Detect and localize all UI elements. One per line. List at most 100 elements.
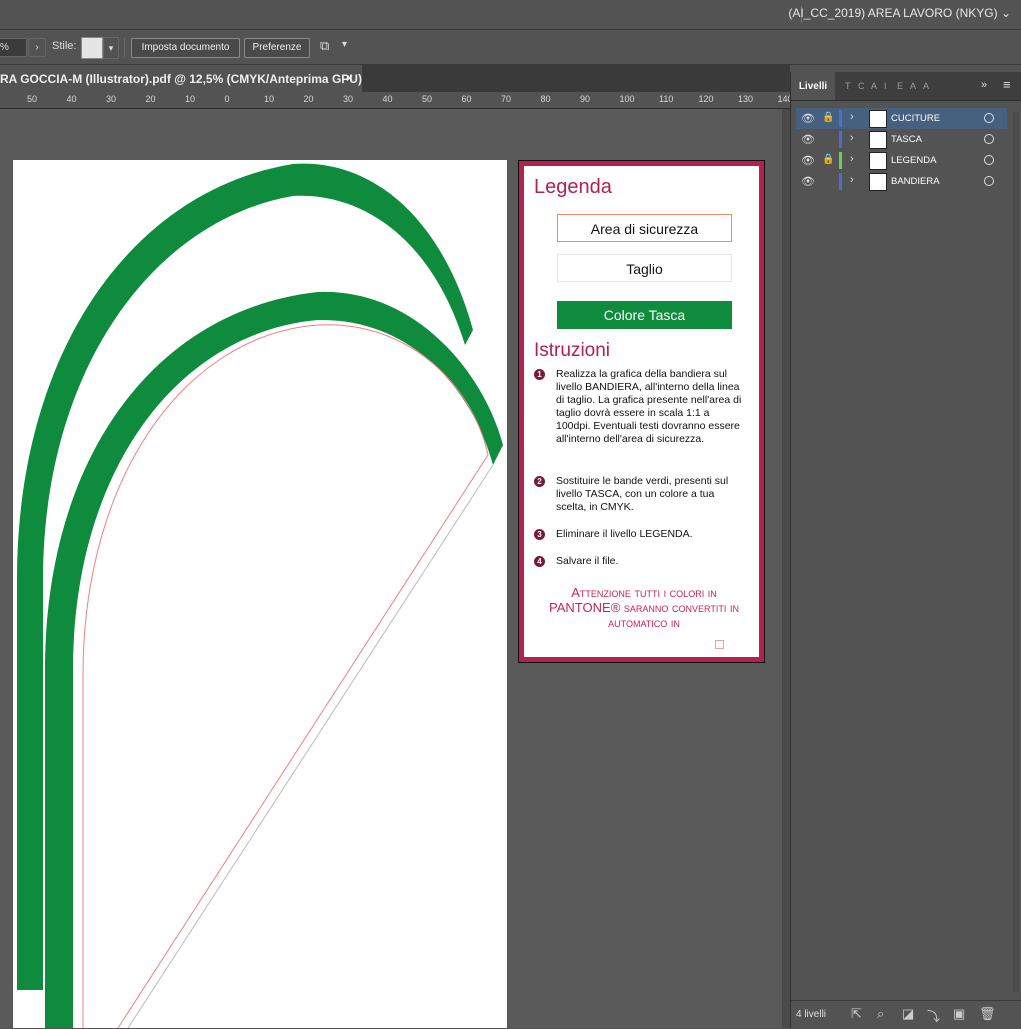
pantone-warning: Attenzione tutti i colori in PANTONE® sa…: [549, 585, 739, 630]
chevron-down-icon: ▾: [108, 43, 114, 53]
eye-icon[interactable]: 👁: [801, 112, 815, 125]
cut-line: [82, 324, 489, 1028]
ruler-tick-label: 90: [580, 94, 591, 104]
ruler-tick-label: 50: [27, 94, 38, 104]
step-text: Salvare il file.: [556, 555, 619, 567]
ruler-tick-label: 40: [382, 94, 393, 104]
panel-scrollbar[interactable]: [1013, 112, 1019, 992]
layer-name[interactable]: CUCITURE: [891, 113, 940, 124]
instructions-title: Istruzioni: [534, 340, 611, 361]
lock-icon[interactable]: 🔒: [822, 112, 834, 123]
legend-title: Legenda: [534, 176, 612, 198]
chevron-right-icon[interactable]: ›: [850, 132, 854, 144]
opacity-field[interactable]: %: [0, 38, 27, 57]
tab-collapsed[interactable]: A: [923, 81, 929, 91]
step-text: Sostituire le bande verdi, presenti sul …: [556, 475, 729, 513]
layer-name[interactable]: BANDIERA: [891, 176, 940, 187]
chevron-right-icon[interactable]: ›: [850, 153, 854, 165]
layer-count: 4 livelli: [796, 1009, 827, 1020]
layer-color-bar: [839, 173, 842, 190]
ruler-tick-label: 110: [659, 94, 674, 104]
pocket-band-back: [17, 163, 473, 991]
target-icon[interactable]: [984, 113, 994, 123]
layer-color-bar: [839, 110, 842, 127]
ruler-tick-label: 30: [106, 94, 117, 104]
new-sublayer-icon[interactable]: ⤵: [927, 1006, 940, 1025]
chevron-right-icon[interactable]: ›: [850, 174, 854, 186]
ruler-tick-label: 130: [738, 94, 754, 104]
clipping-mask-icon[interactable]: ◪: [902, 1006, 914, 1022]
tab-collapsed[interactable]: T: [845, 81, 851, 91]
layers-panel-footer: 4 livelli ⇱ ⌕ ◪ ⤵ ▣ 🗑: [791, 1000, 1021, 1029]
opacity-expand-button[interactable]: ›: [28, 38, 46, 57]
horizontal-ruler[interactable]: 50 40 30 20 10 0 10 20 30 40 50 60 70 80 90 100 110 120 13…: [0, 92, 790, 109]
layer-row-bandiera[interactable]: 👁 › BANDIERA: [796, 171, 1007, 192]
legend-panel[interactable]: Legenda Area di sicurezza Taglio Colore …: [518, 160, 765, 663]
document-tab-bar: RA GOCCIA-M (Illustrator).pdf @ 12,5% (C…: [0, 65, 790, 92]
artboard[interactable]: [13, 160, 507, 1028]
eye-icon[interactable]: 👁: [801, 133, 815, 146]
layer-row-legenda[interactable]: 👁 🔒 › LEGENDA: [796, 150, 1007, 171]
arrange-icon[interactable]: ⧉: [320, 38, 329, 54]
ruler-tick-label: 70: [501, 94, 512, 104]
ruler-tick-label: 30: [343, 94, 354, 104]
eye-icon[interactable]: 👁: [801, 154, 815, 167]
tab-layers[interactable]: Livelli: [791, 72, 835, 100]
overflow-marker[interactable]: [715, 640, 724, 649]
style-dropdown[interactable]: ▾: [103, 37, 119, 59]
layer-name[interactable]: LEGENDA: [891, 155, 936, 166]
step-number: 4: [534, 556, 545, 567]
ruler-tick-label: 120: [698, 94, 714, 104]
document-tab[interactable]: RA GOCCIA-M (Illustrator).pdf @ 12,5% (C…: [0, 65, 362, 92]
ruler-tick-label: 140: [777, 94, 791, 104]
chevron-down-icon: ⌄: [1000, 6, 1011, 20]
vertical-scrollbar[interactable]: [782, 109, 790, 1028]
panel-tab-bar: Livelli T C A I E A A » ≡: [791, 72, 1021, 101]
export-icon[interactable]: ⇱: [851, 1006, 862, 1022]
eye-icon[interactable]: 👁: [801, 175, 815, 188]
target-icon[interactable]: [984, 176, 994, 186]
legend-pocket-color: Colore Tasca: [557, 301, 732, 329]
chevron-down-icon[interactable]: ▾: [342, 39, 347, 50]
document-tab-title: RA GOCCIA-M (Illustrator).pdf @ 12,5% (C…: [0, 72, 362, 86]
step-number: 1: [534, 369, 545, 380]
preferences-button[interactable]: Preferenze: [244, 38, 310, 58]
workspace-label: (AI_CC_2019) AREA LAVORO (NKYG): [788, 6, 998, 20]
more-tabs-icon[interactable]: »: [981, 79, 987, 91]
layer-color-bar: [839, 152, 842, 169]
tab-collapsed[interactable]: I: [884, 81, 887, 91]
trash-icon[interactable]: 🗑: [979, 1006, 996, 1022]
ruler-tick-label: 20: [145, 94, 156, 104]
locate-object-icon[interactable]: ⌕: [877, 1006, 884, 1022]
target-icon[interactable]: [984, 134, 994, 144]
ruler-tick-label: 0: [224, 94, 230, 104]
layer-row-tasca[interactable]: 👁 › TASCA: [796, 129, 1007, 150]
doc-setup-button[interactable]: Imposta documento: [131, 38, 240, 58]
chevron-right-icon[interactable]: ›: [850, 111, 854, 123]
panel-menu-icon[interactable]: ≡: [1003, 77, 1011, 92]
new-layer-icon[interactable]: ▣: [953, 1006, 965, 1022]
tab-collapsed[interactable]: E: [897, 81, 903, 91]
tab-collapsed[interactable]: A: [910, 81, 916, 91]
target-icon[interactable]: [984, 155, 994, 165]
tab-collapsed[interactable]: A: [871, 81, 877, 91]
step-text: Realizza la grafica della bandiera sul l…: [556, 368, 742, 445]
close-icon[interactable]: ×: [346, 71, 353, 85]
tab-collapsed[interactable]: C: [858, 81, 865, 91]
layer-row-cuciture[interactable]: 👁 🔒 › CUCITURE: [796, 108, 1007, 129]
workspace-switcher[interactable]: (AI_CC_2019) AREA LAVORO (NKYG) ⌄: [788, 6, 1011, 20]
layer-thumbnail: [869, 131, 887, 149]
layer-name[interactable]: TASCA: [891, 134, 922, 145]
ruler-tick-label: 10: [264, 94, 275, 104]
layer-thumbnail: [869, 152, 887, 170]
flag-artwork: [17, 163, 503, 1028]
divider: [124, 38, 125, 57]
layer-thumbnail: [869, 173, 887, 191]
style-swatch[interactable]: [81, 37, 103, 59]
lock-icon[interactable]: 🔒: [822, 154, 834, 165]
ruler-tick-label: 100: [619, 94, 635, 104]
control-bar: % › Stile: ▾ Imposta documento Preferenz…: [0, 30, 1021, 65]
ruler-tick-label: 40: [66, 94, 77, 104]
layer-thumbnail: [869, 110, 887, 128]
style-label: Stile:: [52, 40, 77, 52]
